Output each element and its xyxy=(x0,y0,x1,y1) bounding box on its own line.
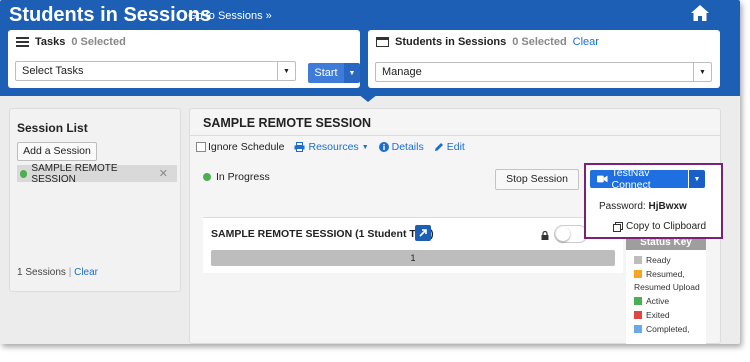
session-toolbar: Ignore Schedule Resources ▼ Details Edit xyxy=(196,141,465,153)
sis-header: Students in Sessions 0 Selected Clear xyxy=(376,36,599,48)
students-in-sessions-panel: Students in Sessions 0 Selected Clear Ma… xyxy=(368,30,720,88)
password-value: HjBwxw xyxy=(648,201,687,212)
header-bar: Students in Sessions Go to Sessions » Ta… xyxy=(0,0,740,96)
select-tasks-dropdown[interactable]: Select Tasks ▼ xyxy=(15,61,296,81)
session-title: SAMPLE REMOTE SESSION xyxy=(203,116,372,130)
status-key-label: Exited xyxy=(646,310,670,320)
session-list-clear-link[interactable]: Clear xyxy=(74,267,98,278)
password-row: Password: HjBwxw xyxy=(599,201,687,212)
divider xyxy=(190,135,720,136)
status-key-item: Resumed Upload xyxy=(634,282,700,292)
resources-label: Resources xyxy=(308,141,359,153)
tasks-panel: Tasks 0 Selected Select Tasks ▼ Start ▼ xyxy=(8,30,360,88)
swatch-icon xyxy=(634,325,642,333)
start-options-button[interactable]: ▼ xyxy=(344,63,360,83)
manage-value: Manage xyxy=(382,66,422,78)
caret-down-icon: ▼ xyxy=(693,175,701,183)
testnav-options-button[interactable]: ▼ xyxy=(689,170,705,188)
sis-label: Students in Sessions xyxy=(395,36,507,48)
stop-session-button[interactable]: Stop Session xyxy=(495,169,579,190)
password-label: Password: xyxy=(599,201,646,212)
app-window: Students in Sessions Go to Sessions » Ta… xyxy=(0,0,740,344)
header-notch xyxy=(358,94,378,102)
swatch-icon xyxy=(634,311,642,319)
testnav-connect-button[interactable]: TestNav Connect xyxy=(590,167,688,191)
sis-selected-count: 0 Selected xyxy=(512,36,567,48)
testnav-connect-popup: TestNav Connect ▼ Password: HjBwxw Copy … xyxy=(584,163,723,239)
status-key-item: Exited xyxy=(634,310,670,320)
list-icon xyxy=(16,37,29,47)
testnav-connect-label: TestNav Connect xyxy=(611,167,651,191)
session-status-label: In Progress xyxy=(216,171,270,183)
caret-down-icon: ▼ xyxy=(361,143,369,151)
resources-menu[interactable]: Resources ▼ xyxy=(294,141,369,153)
test-title: SAMPLE REMOTE SESSION (1 Student Test) xyxy=(211,228,434,240)
copy-to-clipboard-button[interactable]: Copy to Clipboard xyxy=(613,221,706,232)
swatch-icon xyxy=(634,270,642,278)
sis-clear-link[interactable]: Clear xyxy=(573,36,599,48)
start-button[interactable]: Start xyxy=(308,63,344,83)
ignore-schedule-label: Ignore Schedule xyxy=(208,141,285,153)
ignore-schedule-checkbox[interactable]: Ignore Schedule xyxy=(196,141,284,153)
status-key-item: Resumed, xyxy=(634,269,685,279)
checkbox-icon xyxy=(196,142,206,152)
session-list-item[interactable]: SAMPLE REMOTE SESSION ✕ xyxy=(17,162,177,185)
tasks-selected-count: 0 Selected xyxy=(71,36,126,48)
lock-toggle[interactable] xyxy=(554,225,588,243)
status-key-label: Active xyxy=(646,296,670,306)
session-item-label: SAMPLE REMOTE SESSION xyxy=(31,162,118,185)
session-list-footer: 1 Sessions | Clear xyxy=(17,267,98,278)
window-icon xyxy=(376,37,389,47)
add-session-button[interactable]: Add a Session xyxy=(17,142,97,161)
go-to-sessions-link[interactable]: Go to Sessions » xyxy=(188,10,272,22)
info-icon xyxy=(378,142,389,152)
swatch-icon xyxy=(634,297,642,305)
student-progress-bar: 1 xyxy=(211,250,615,266)
tasks-label: Tasks xyxy=(35,36,66,48)
manage-dropdown[interactable]: Manage ▼ xyxy=(375,62,712,82)
status-dot xyxy=(203,173,211,181)
details-label: Details xyxy=(391,141,424,153)
lock-icon xyxy=(541,231,549,240)
chevron-down-icon: ▼ xyxy=(277,62,295,80)
caret-down-icon: ▼ xyxy=(348,69,356,77)
details-link[interactable]: Details xyxy=(378,141,424,153)
session-status: In Progress xyxy=(203,171,270,183)
external-link-icon[interactable] xyxy=(415,225,431,241)
printer-icon xyxy=(294,142,305,152)
pencil-icon xyxy=(434,143,443,151)
chevron-down-icon: ▼ xyxy=(693,63,711,81)
clipboard-icon xyxy=(613,221,623,232)
session-list-panel: Session List Add a Session SAMPLE REMOTE… xyxy=(9,108,181,292)
status-key-label: Resumed, xyxy=(646,269,685,279)
swatch-icon xyxy=(634,256,642,264)
page-title: Students in Sessions xyxy=(9,4,212,26)
status-key-item: Active xyxy=(634,296,669,306)
status-key-label: Resumed Upload xyxy=(634,282,700,292)
session-list-title: Session List xyxy=(17,121,88,135)
status-key-label: Ready xyxy=(646,255,671,265)
select-tasks-value: Select Tasks xyxy=(22,65,84,77)
status-key: Status Key Ready Resumed, Resumed Upload… xyxy=(626,234,706,344)
toggle-knob xyxy=(556,227,570,241)
edit-link[interactable]: Edit xyxy=(434,141,465,153)
status-dot xyxy=(20,169,28,178)
close-icon[interactable]: ✕ xyxy=(159,167,168,180)
copy-label: Copy to Clipboard xyxy=(626,221,707,232)
video-camera-icon xyxy=(597,175,608,183)
home-icon[interactable] xyxy=(690,4,710,22)
edit-label: Edit xyxy=(446,141,465,153)
test-card: SAMPLE REMOTE SESSION (1 Student Test) 1 xyxy=(203,217,623,273)
session-count: 1 Sessions xyxy=(17,267,66,278)
status-key-label: Completed, xyxy=(646,324,690,334)
tasks-header: Tasks 0 Selected xyxy=(16,36,126,48)
status-key-item: Ready xyxy=(634,255,671,265)
status-key-item: Completed, xyxy=(634,324,689,334)
